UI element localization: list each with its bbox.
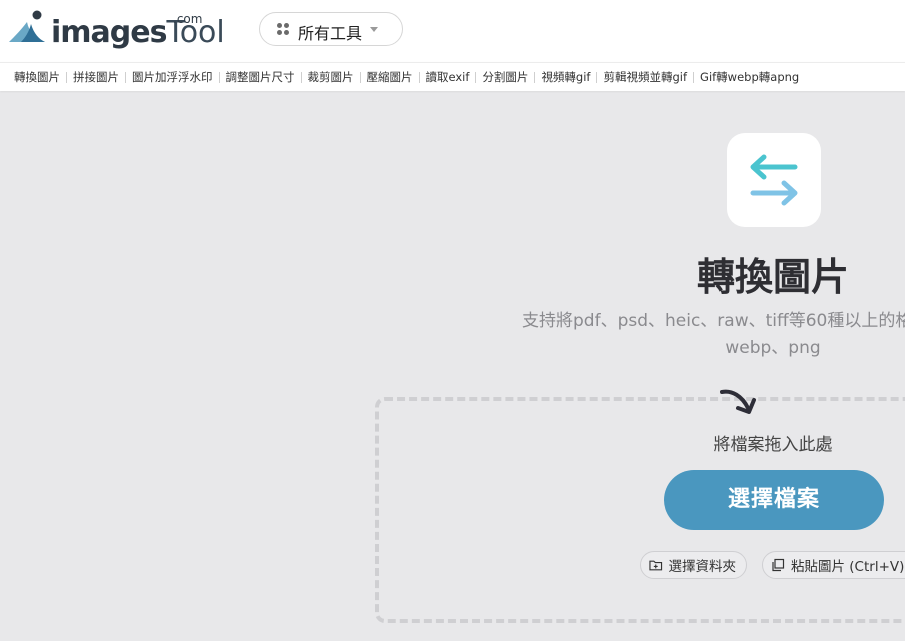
- imagestool-logo[interactable]: imagesTool .com: [7, 8, 225, 50]
- nav-item-compress-image[interactable]: 壓縮圖片: [367, 69, 413, 85]
- convert-tool-icon-tile: [727, 133, 821, 227]
- nav-divider: [125, 71, 126, 83]
- nav-divider: [66, 71, 67, 83]
- nav-divider: [475, 71, 477, 83]
- nav-item-add-watermark[interactable]: 圖片加浮浮水印: [132, 69, 213, 85]
- nav-divider: [693, 71, 695, 83]
- nav-item-split-image[interactable]: 分割圖片: [482, 69, 528, 85]
- nav-divider: [596, 71, 598, 83]
- folder-plus-icon: [649, 560, 663, 571]
- all-tools-label: 所有工具: [298, 24, 363, 43]
- header: imagesTool .com 所有工具: [0, 0, 905, 62]
- grid-dots-icon: [277, 23, 291, 37]
- nav-item-video-to-gif[interactable]: 視頻轉gif: [541, 69, 590, 85]
- curved-arrow-down-icon: [720, 389, 756, 414]
- copy-icon: [772, 558, 785, 572]
- nav-divider: [359, 71, 361, 83]
- logo-wave-icon: [9, 10, 45, 42]
- nav-divider: [300, 71, 302, 83]
- nav-item-resize-image[interactable]: 調整圖片尺寸: [226, 69, 295, 85]
- page-subtitle-line1: 支持將pdf、psd、heic、raw、tiff等60種以上的格: [522, 311, 905, 331]
- swap-arrows-icon: [750, 154, 798, 206]
- drop-hint-text: 將檔案拖入此處: [713, 435, 833, 455]
- tool-nav-bar: 轉換圖片 拼接圖片 圖片加浮浮水印 調整圖片尺寸 裁剪圖片 壓縮圖片 讀取exi…: [0, 62, 905, 91]
- chevron-down-icon: [370, 27, 378, 32]
- nav-item-edit-video-to-gif[interactable]: 剪輯視頻並轉gif: [603, 69, 687, 85]
- logo-com: .com: [173, 12, 203, 26]
- page-subtitle-line2: webp、png: [725, 338, 821, 358]
- nav-divider: [418, 71, 420, 83]
- choose-folder-button[interactable]: 選擇資料夾: [640, 551, 747, 579]
- nav-item-read-exif[interactable]: 讀取exif: [426, 69, 470, 85]
- nav-item-crop-image[interactable]: 裁剪圖片: [308, 69, 354, 85]
- nav-item-gif-to-webp-apng[interactable]: Gif轉webp轉apng: [700, 69, 799, 85]
- nav-divider: [218, 71, 220, 83]
- paste-image-button[interactable]: 粘貼圖片 (Ctrl+V): [762, 551, 905, 579]
- nav-item-stitch-image[interactable]: 拼接圖片: [73, 69, 119, 85]
- logo-word-images: images: [51, 15, 167, 50]
- page-title: 轉換圖片: [696, 255, 849, 299]
- choose-folder-label: 選擇資料夾: [668, 559, 737, 575]
- paste-image-label: 粘貼圖片 (Ctrl+V): [791, 559, 905, 575]
- all-tools-dropdown[interactable]: 所有工具: [259, 12, 403, 46]
- nav-divider: [534, 71, 536, 83]
- nav-item-convert-image[interactable]: 轉換圖片: [14, 69, 60, 85]
- choose-file-button[interactable]: 選擇檔案: [664, 470, 884, 530]
